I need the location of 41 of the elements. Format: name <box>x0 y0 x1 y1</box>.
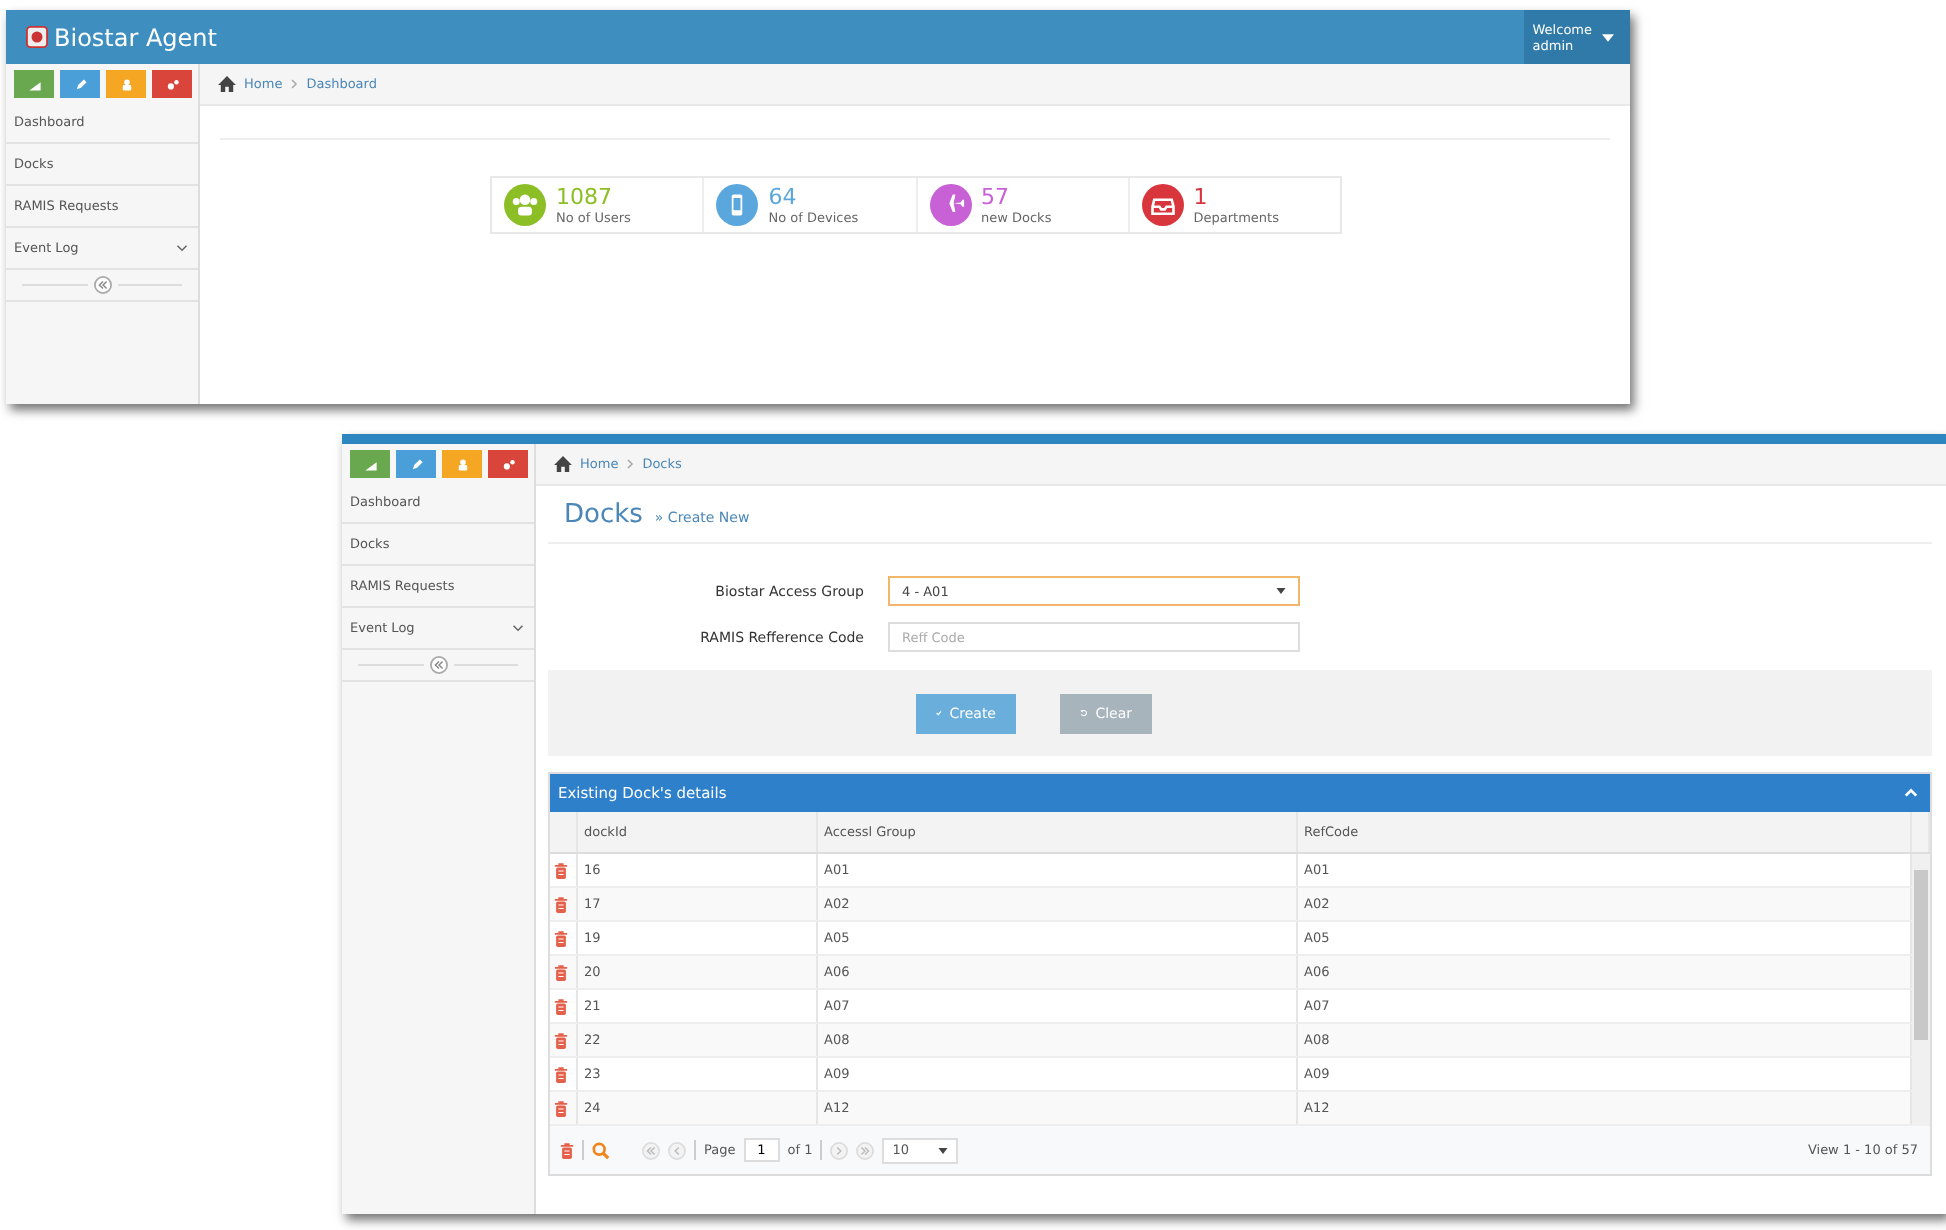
trash-icon[interactable] <box>554 895 568 913</box>
last-page-icon[interactable] <box>856 1141 875 1159</box>
trash-icon[interactable] <box>560 1141 574 1159</box>
chevron-down-icon <box>176 244 188 252</box>
scrollbar[interactable] <box>1912 854 1930 1126</box>
chart-shortcut-button[interactable] <box>350 450 390 478</box>
stat-value: 1 <box>1193 185 1210 209</box>
stat-value: 64 <box>768 185 799 209</box>
caret-icon <box>1602 33 1614 41</box>
collapse-panel-icon[interactable] <box>1904 788 1918 798</box>
caret-icon <box>1276 588 1286 594</box>
pencil-icon <box>409 457 423 471</box>
chevron-down-icon <box>512 624 524 632</box>
trash-icon[interactable] <box>554 1065 568 1083</box>
trash-icon[interactable] <box>554 861 568 879</box>
undo-icon <box>1080 706 1088 720</box>
page-title: Docks <box>564 500 643 530</box>
collapse-icon[interactable] <box>93 276 111 294</box>
home-icon <box>218 76 236 92</box>
home-icon <box>554 456 572 472</box>
first-page-icon[interactable] <box>642 1141 660 1159</box>
search-icon[interactable] <box>592 1141 610 1159</box>
trash-icon[interactable] <box>554 963 568 981</box>
collapse-icon[interactable] <box>429 656 447 674</box>
chevron-right-icon <box>626 458 635 470</box>
chevron-right-icon <box>290 78 299 90</box>
trash-icon[interactable] <box>554 997 568 1015</box>
app-title: Biostar Agent <box>54 23 217 51</box>
caret-icon <box>938 1147 949 1153</box>
chart-icon <box>27 77 41 91</box>
stat-value: 1087 <box>556 185 614 209</box>
pencil-shortcut-button[interactable] <box>396 450 436 478</box>
logo-icon <box>26 26 48 48</box>
trash-icon[interactable] <box>554 929 568 947</box>
pencil-shortcut-button[interactable] <box>60 70 100 98</box>
chart-shortcut-button[interactable] <box>14 70 54 98</box>
pencil-icon <box>73 77 87 91</box>
stat-value: 57 <box>981 185 1011 209</box>
trash-icon[interactable] <box>554 1031 568 1049</box>
trash-icon[interactable] <box>554 1099 568 1117</box>
chart-icon <box>363 457 377 471</box>
